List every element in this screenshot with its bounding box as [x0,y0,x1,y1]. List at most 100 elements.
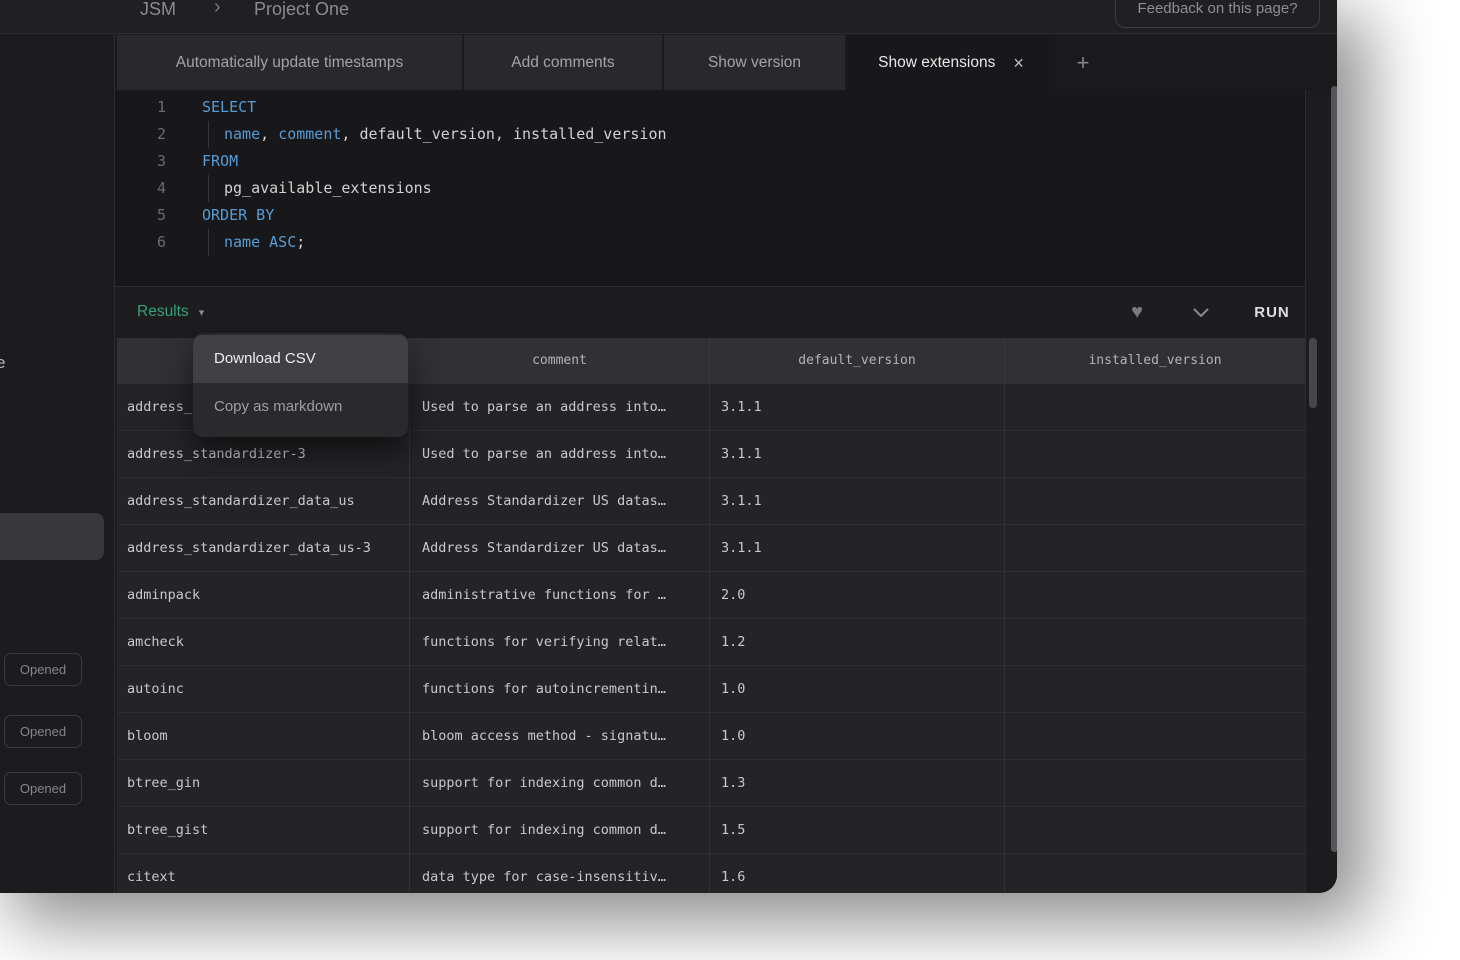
status-badge-opened: Opened [4,653,82,686]
code-line: 4 pg_available_extensions [115,175,667,202]
cell-name: autoinc [117,666,410,713]
status-badge-opened: Opened [4,772,82,805]
cell-default-version: 1.0 [710,713,1005,760]
line-number: 1 [115,94,166,121]
indent-guide [208,229,224,256]
cell-name: address_standardizer_data_us [117,478,410,525]
table-row[interactable]: adminpack administrative functions for …… [117,572,1305,619]
table-row[interactable]: amcheck functions for verifying relat… 1… [117,619,1305,666]
cell-default-version: 3.1.1 [710,478,1005,525]
column-header-installed-version[interactable]: installed_version [1005,338,1305,384]
plus-icon: + [1077,50,1090,76]
column-header-default-version[interactable]: default_version [710,338,1005,384]
cell-default-version: 1.3 [710,760,1005,807]
tab-show-extensions[interactable]: Show extensions × [847,35,1055,90]
table-row[interactable]: address_standardizer_data_us Address Sta… [117,478,1305,525]
table-row[interactable]: autoinc functions for autoincrementin… 1… [117,666,1305,713]
cell-comment: data type for case-insensitiv… [410,854,710,893]
cell-comment: support for indexing common d… [410,807,710,854]
table-row[interactable]: address_standardizer-3 Used to parse an … [117,431,1305,478]
results-table: address_ Used to parse an address into… … [117,384,1305,893]
tab-label: Automatically update timestamps [176,54,403,72]
tab-label: Show extensions [878,54,995,72]
tab-show-version[interactable]: Show version [664,35,845,90]
cell-comment: Address Standardizer US datas… [410,525,710,572]
menu-item-download-csv[interactable]: Download CSV [193,335,408,383]
code-line: 6 name ASC; [115,229,667,256]
tab-label: Show version [708,54,801,72]
feedback-button[interactable]: Feedback on this page? [1115,0,1320,28]
code-lines: 1 SELECT 2 name, comment, default_versio… [115,94,667,256]
indent-guide [208,175,224,202]
line-number: 2 [115,121,166,148]
cell-comment: Used to parse an address into… [410,431,710,478]
table-row[interactable]: btree_gist support for indexing common d… [117,807,1305,854]
breadcrumb-app[interactable]: JSM [140,0,176,23]
code-line: 1 SELECT [115,94,667,121]
collapse-button[interactable] [1184,286,1218,338]
breadcrumb-project[interactable]: Project One [254,0,349,23]
code-line: 2 name, comment, default_version, instal… [115,121,667,148]
cell-default-version: 1.2 [710,619,1005,666]
tab-label: Add comments [511,54,614,72]
menu-item-copy-as-markdown[interactable]: Copy as markdown [193,383,408,431]
cell-name: amcheck [117,619,410,666]
chevron-down-icon [1193,308,1209,317]
cell-comment: Used to parse an address into… [410,384,710,431]
line-number: 6 [115,229,166,256]
cell-comment: administrative functions for … [410,572,710,619]
cell-installed-version [1005,713,1305,760]
results-dropdown[interactable]: Results ▾ [137,286,204,338]
tab-automatically-update-timestamps[interactable]: Automatically update timestamps [117,35,462,90]
run-button[interactable]: RUN [1240,286,1304,338]
cell-default-version: 3.1.1 [710,384,1005,431]
cell-comment: bloom access method - signatu… [410,713,710,760]
cell-comment: functions for autoincrementin… [410,666,710,713]
cell-installed-version [1005,666,1305,713]
cell-installed-version [1005,525,1305,572]
table-row[interactable]: address_standardizer_data_us-3 Address S… [117,525,1305,572]
app-window: JSM › Project One Feedback on this page?… [0,0,1337,893]
results-label: Results [137,303,189,321]
indent-guide [208,121,224,148]
sidebar-partial-item[interactable]: e [0,353,5,373]
table-row[interactable]: bloom bloom access method - signatu… 1.0 [117,713,1305,760]
cell-installed-version [1005,807,1305,854]
cell-comment: support for indexing common d… [410,760,710,807]
cell-installed-version [1005,760,1305,807]
cell-name: citext [117,854,410,893]
table-row[interactable]: citext data type for case-insensitiv… 1.… [117,854,1305,893]
cell-default-version: 2.0 [710,572,1005,619]
cell-installed-version [1005,854,1305,893]
cell-installed-version [1005,619,1305,666]
code-line: 3 FROM [115,148,667,175]
chevron-right-icon: › [214,0,221,21]
close-icon[interactable]: × [1013,54,1024,72]
cell-name: address_standardizer-3 [117,431,410,478]
cell-comment: functions for verifying relat… [410,619,710,666]
window-scrollbar[interactable] [1331,86,1337,852]
table-row[interactable]: btree_gin support for indexing common d…… [117,760,1305,807]
cell-comment: Address Standardizer US datas… [410,478,710,525]
line-number: 5 [115,202,166,229]
tab-add-comments[interactable]: Add comments [464,35,662,90]
sidebar-selected-item[interactable] [0,513,104,560]
cell-name: bloom [117,713,410,760]
table-scrollbar[interactable] [1309,338,1317,408]
favorite-button[interactable]: ♥ [1120,286,1154,338]
cell-installed-version [1005,384,1305,431]
add-tab-button[interactable]: + [1066,35,1100,90]
code-line: 5 ORDER BY [115,202,667,229]
context-menu: Download CSV Copy as markdown [193,333,408,437]
cell-default-version: 3.1.1 [710,431,1005,478]
cell-name: btree_gist [117,807,410,854]
cell-default-version: 1.6 [710,854,1005,893]
status-badge-opened: Opened [4,715,82,748]
column-header-comment[interactable]: comment [410,338,710,384]
cell-name: adminpack [117,572,410,619]
caret-down-icon: ▾ [199,306,205,319]
cell-name: address_standardizer_data_us-3 [117,525,410,572]
cell-default-version: 1.5 [710,807,1005,854]
line-number: 4 [115,175,166,202]
cell-name: btree_gin [117,760,410,807]
